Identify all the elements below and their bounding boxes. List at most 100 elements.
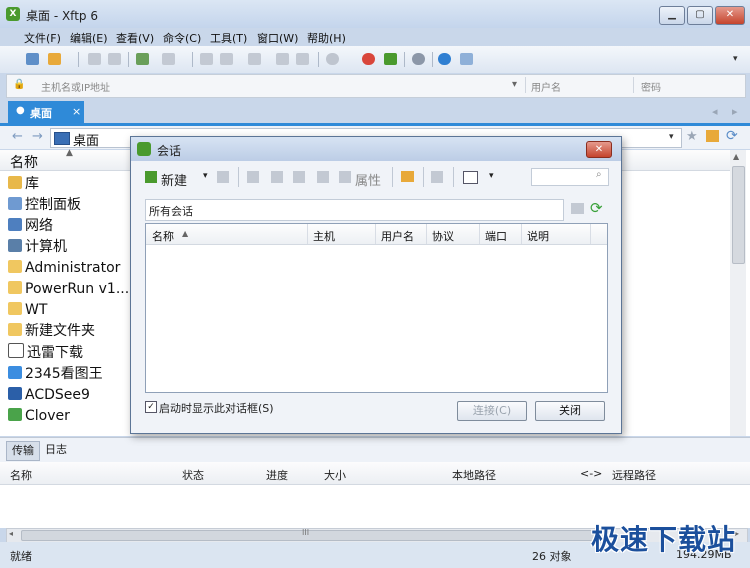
properties-icon[interactable] [339,171,351,183]
menu-view[interactable]: 查看(V) [116,30,154,46]
username-input[interactable]: 用户名 [531,79,561,94]
col-description[interactable]: 说明 [527,228,549,244]
copy-icon[interactable] [200,53,213,65]
menu-file[interactable]: 文件(F) [24,30,61,46]
edit-icon[interactable] [217,171,229,183]
disconnect-icon[interactable] [108,53,121,65]
rename-icon[interactable] [296,53,309,65]
chat-icon[interactable] [460,53,473,65]
globe-icon[interactable] [326,53,339,65]
col-local-path[interactable]: 本地路径 [452,467,496,483]
minimize-button[interactable]: ▁ [659,6,685,25]
sync-icon[interactable] [248,53,261,65]
lock-icon: 🔒 [13,79,26,90]
col-port[interactable]: 端口 [485,228,507,244]
paste-icon[interactable] [220,53,233,65]
startup-checkbox[interactable]: ✓ [145,401,157,413]
close-window-button[interactable]: ✕ [715,6,745,25]
name-column-header[interactable]: 名称 [10,152,38,172]
host-dropdown-icon[interactable]: ▾ [512,79,517,90]
dialog-close-button[interactable]: ✕ [586,141,612,158]
view-mode-icon[interactable] [463,171,478,184]
tab-log[interactable]: 日志 [40,441,72,459]
col-name[interactable]: 名称 [152,228,174,244]
folder-icon[interactable] [401,171,414,182]
hscroll-thumb[interactable]: III [21,528,597,541]
list-item[interactable]: 网络 [8,216,53,236]
xftp-icon[interactable] [384,53,397,65]
list-item[interactable]: 控制面板 [8,195,81,215]
new-dropdown-icon[interactable]: ▾ [203,171,208,181]
path-dropdown-icon[interactable]: ▾ [669,132,674,142]
list-item[interactable]: Clover [8,406,70,426]
refresh-icon[interactable]: ⟳ [726,128,738,144]
dialog-close-action-button[interactable]: 关闭 [535,401,605,421]
connect-button[interactable]: 连接(C) [457,401,527,421]
tab-transfer[interactable]: 传输 [6,441,40,461]
cut-icon[interactable] [247,171,259,183]
session-list[interactable]: 名称 ▲ 主机 用户名 协议 端口 说明 [145,223,608,393]
gear-icon[interactable] [412,53,425,65]
star-icon[interactable]: ★ [686,129,698,144]
back-arrow-icon[interactable]: ← [12,129,23,144]
list-item[interactable]: 迅雷下载 [8,343,83,363]
new-button[interactable]: 新建 [161,170,187,189]
tab-scroll-right-icon[interactable]: ▸ [732,105,738,118]
menu-command[interactable]: 命令(C) [163,30,201,46]
vertical-scrollbar[interactable]: ▲ [730,150,746,436]
open-folder-icon[interactable] [48,53,61,65]
forward-arrow-icon[interactable]: → [32,129,43,144]
help-icon[interactable] [438,53,451,65]
password-input[interactable]: 密码 [641,79,661,94]
col-host[interactable]: 主机 [313,228,335,244]
transfer-icon[interactable] [162,53,175,65]
toolbar-overflow-icon[interactable]: ▾ [733,54,738,64]
scroll-thumb[interactable] [732,166,745,264]
session-folder-path[interactable]: 所有会话 [145,199,564,221]
scroll-left-icon[interactable]: ◂ [9,529,13,538]
list-item[interactable]: 计算机 [8,237,67,257]
connect-icon[interactable] [88,53,101,65]
view-dropdown-icon[interactable]: ▾ [489,171,494,181]
home-folder-icon[interactable] [706,130,719,142]
col-name[interactable]: 名称 [10,467,32,483]
paste-icon[interactable] [293,171,305,183]
list-item[interactable]: 新建文件夹 [8,321,95,341]
new-window-icon[interactable] [136,53,149,65]
new-session-icon[interactable] [145,171,157,183]
new-session-icon[interactable] [26,53,39,65]
col-direction[interactable]: <-> [580,467,602,480]
scroll-up-icon[interactable]: ▲ [733,152,739,161]
maximize-button[interactable]: ▢ [687,6,713,25]
list-item[interactable]: 库 [8,174,39,194]
delete-icon[interactable] [317,171,329,183]
import-icon[interactable] [431,171,443,183]
col-remote-path[interactable]: 远程路径 [612,467,656,483]
tab-scroll-left-icon[interactable]: ◂ [712,105,718,118]
list-item[interactable]: Administrator [8,258,120,278]
copy-icon[interactable] [271,171,283,183]
tab-desktop[interactable]: ● 桌面 × [8,101,84,123]
properties-button[interactable]: 属性 [355,170,381,189]
menu-help[interactable]: 帮助(H) [307,30,346,46]
col-progress[interactable]: 进度 [266,467,288,483]
col-size[interactable]: 大小 [324,467,346,483]
list-item[interactable]: WT [8,300,47,320]
list-item[interactable]: ACDSee9 [8,385,90,405]
menu-window[interactable]: 窗口(W) [257,30,298,46]
session-search-input[interactable]: ⌕ [531,168,609,186]
list-item[interactable]: 2345看图王 [8,364,103,384]
col-protocol[interactable]: 协议 [432,228,454,244]
dialog-title: 会话 [157,144,182,158]
delete-icon[interactable] [276,53,289,65]
col-status[interactable]: 状态 [182,467,204,483]
menu-edit[interactable]: 编辑(E) [70,30,108,46]
tab-close-button[interactable]: × [72,105,81,118]
parent-folder-icon[interactable] [571,203,584,214]
host-input[interactable]: 主机名或IP地址 [41,79,110,94]
col-username[interactable]: 用户名 [381,228,414,244]
list-item[interactable]: PowerRun v1.... [8,279,134,299]
xshell-icon[interactable] [362,53,375,65]
refresh-icon[interactable]: ⟳ [590,199,603,217]
menu-tools[interactable]: 工具(T) [210,30,247,46]
